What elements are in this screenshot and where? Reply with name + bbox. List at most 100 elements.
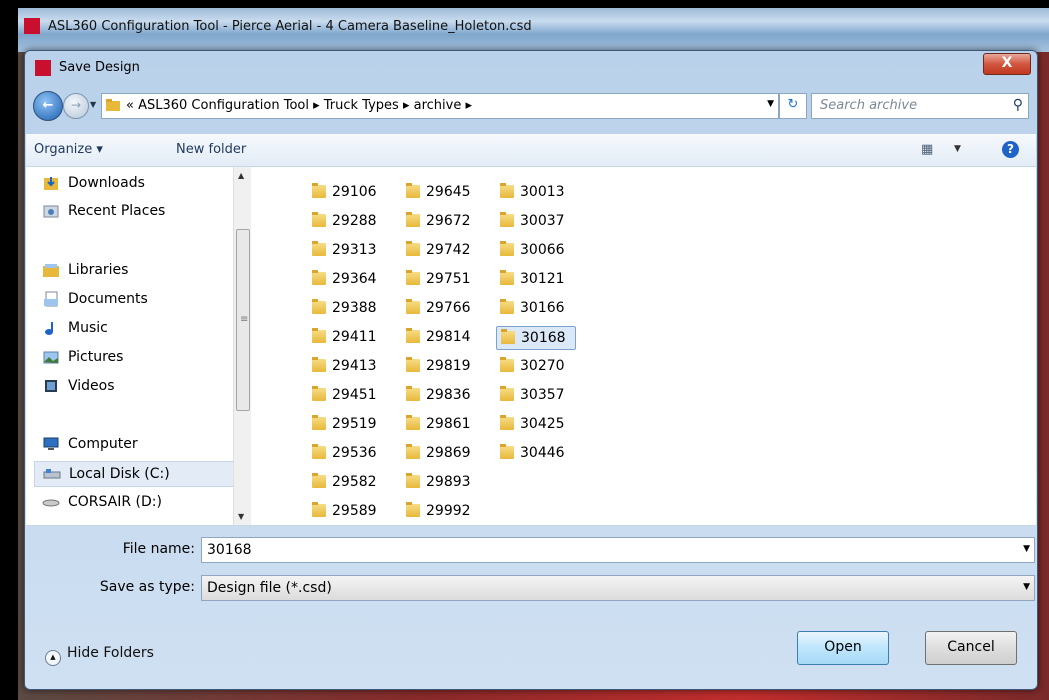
hide-folders-button[interactable]: ▲ Hide Folders bbox=[45, 645, 154, 666]
nav-item-corsair[interactable]: CORSAIR (D:) bbox=[34, 490, 232, 514]
folder-item[interactable]: 29451 bbox=[308, 384, 386, 406]
nav-item-computer[interactable]: Computer bbox=[34, 432, 232, 456]
open-button[interactable]: Open bbox=[797, 631, 889, 665]
folder-label: 29645 bbox=[426, 184, 471, 200]
folder-item[interactable]: 29814 bbox=[402, 326, 480, 348]
folder-item[interactable]: 29582 bbox=[308, 471, 386, 493]
folder-label: 29411 bbox=[332, 329, 377, 345]
folder-label: 30168 bbox=[521, 330, 566, 346]
folder-item[interactable]: 29861 bbox=[402, 413, 480, 435]
close-button[interactable]: X bbox=[983, 53, 1031, 75]
folder-item[interactable]: 29869 bbox=[402, 442, 480, 464]
dialog-titlebar: Save Design X bbox=[25, 51, 1037, 83]
folder-item[interactable]: 30425 bbox=[496, 413, 574, 435]
chevron-down-icon[interactable]: ▼ bbox=[954, 144, 961, 154]
folder-item[interactable]: 30166 bbox=[496, 297, 574, 319]
folder-item[interactable]: 29413 bbox=[308, 355, 386, 377]
nav-item-recent-places[interactable]: Recent Places bbox=[34, 199, 232, 223]
folder-label: 30121 bbox=[520, 271, 565, 287]
folder-item[interactable]: 30270 bbox=[496, 355, 574, 377]
scroll-thumb[interactable]: ≡ bbox=[236, 229, 250, 411]
nav-item-documents[interactable]: Documents bbox=[34, 287, 232, 311]
new-folder-button[interactable]: New folder bbox=[176, 142, 246, 157]
folder-item[interactable]: 30357 bbox=[496, 384, 574, 406]
refresh-icon[interactable]: ↻ bbox=[779, 93, 807, 119]
folder-item[interactable]: 29106 bbox=[308, 181, 386, 203]
folder-item[interactable]: 29766 bbox=[402, 297, 480, 319]
nav-item-downloads[interactable]: Downloads bbox=[34, 171, 232, 195]
search-input[interactable]: Search archive ⚲ bbox=[811, 93, 1029, 119]
folder-icon bbox=[406, 241, 420, 256]
folder-item[interactable]: 30037 bbox=[496, 210, 574, 232]
folder-icon bbox=[500, 241, 514, 256]
nav-scrollbar[interactable]: ▲ ≡ ▼ bbox=[233, 167, 251, 525]
folder-item[interactable]: 29536 bbox=[308, 442, 386, 464]
folder-label: 29836 bbox=[426, 387, 471, 403]
documents-icon bbox=[44, 291, 58, 307]
folder-item[interactable]: 30066 bbox=[496, 239, 574, 261]
search-icon[interactable]: ⚲ bbox=[1013, 97, 1023, 113]
folder-item[interactable]: 29288 bbox=[308, 210, 386, 232]
folder-item[interactable]: 29819 bbox=[402, 355, 480, 377]
nav-item-music[interactable]: Music bbox=[34, 316, 232, 340]
hide-folders-label: Hide Folders bbox=[67, 645, 154, 661]
folder-icon bbox=[500, 183, 514, 198]
chevron-down-icon[interactable]: ▼ bbox=[1023, 582, 1030, 592]
cancel-button[interactable]: Cancel bbox=[925, 631, 1017, 665]
folder-item[interactable]: 29313 bbox=[308, 239, 386, 261]
back-arrow-icon[interactable]: ← bbox=[33, 91, 63, 121]
folder-icon bbox=[406, 502, 420, 517]
views-icon[interactable]: ▦ bbox=[921, 142, 933, 157]
folder-list: 29106 29288 29313 29364 29388 29411 29413 29451… bbox=[256, 167, 1036, 525]
folder-item[interactable]: 30168 bbox=[496, 326, 576, 350]
folder-item[interactable]: 29411 bbox=[308, 326, 386, 348]
folder-label: 30357 bbox=[520, 387, 565, 403]
folder-item[interactable]: 29519 bbox=[308, 413, 386, 435]
folder-item[interactable]: 29672 bbox=[402, 210, 480, 232]
file-name-field[interactable]: 30168 ▼ bbox=[201, 537, 1035, 563]
folder-label: 29893 bbox=[426, 474, 471, 490]
folder-icon bbox=[312, 241, 326, 256]
folder-item[interactable]: 29645 bbox=[402, 181, 480, 203]
nav-item-libraries[interactable]: Libraries bbox=[34, 258, 232, 282]
chevron-down-icon[interactable]: ▼ bbox=[1023, 544, 1030, 554]
history-dropdown-icon[interactable]: ▼ bbox=[90, 100, 96, 109]
folder-item[interactable]: 30013 bbox=[496, 181, 574, 203]
forward-arrow-icon[interactable]: → bbox=[63, 93, 89, 119]
usb-drive-icon bbox=[42, 499, 60, 507]
nav-item-pictures[interactable]: Pictures bbox=[34, 345, 232, 369]
nav-item-videos[interactable]: Videos bbox=[34, 374, 232, 398]
save-as-type-value: Design file (*.csd) bbox=[207, 580, 332, 596]
folder-icon bbox=[500, 212, 514, 227]
folder-icon bbox=[312, 328, 326, 343]
organize-button[interactable]: Organize ▾ bbox=[34, 142, 103, 157]
folder-icon bbox=[406, 212, 420, 227]
folder-item[interactable]: 29388 bbox=[308, 297, 386, 319]
chevron-down-icon[interactable]: ▼ bbox=[767, 99, 774, 109]
folder-item[interactable]: 29364 bbox=[308, 268, 386, 290]
folder-item[interactable]: 29751 bbox=[402, 268, 480, 290]
folder-label: 29869 bbox=[426, 445, 471, 461]
folder-item[interactable]: 29589 bbox=[308, 500, 386, 522]
folder-item[interactable]: 29836 bbox=[402, 384, 480, 406]
folder-icon bbox=[312, 473, 326, 488]
folder-item[interactable]: 29742 bbox=[402, 239, 480, 261]
save-as-type-select[interactable]: Design file (*.csd) ▼ bbox=[201, 575, 1035, 601]
scroll-down-icon[interactable]: ▼ bbox=[238, 512, 244, 521]
dialog-logo-icon bbox=[35, 60, 51, 76]
navigation-pane: Downloads Recent Places Libraries Docume… bbox=[26, 167, 256, 525]
address-bar[interactable]: « ASL360 Configuration Tool ▸ Truck Type… bbox=[101, 93, 779, 119]
nav-item-local-disk[interactable]: Local Disk (C:) bbox=[34, 461, 234, 487]
folder-item[interactable]: 29893 bbox=[402, 471, 480, 493]
folder-icon bbox=[312, 415, 326, 430]
folder-label: 29364 bbox=[332, 271, 377, 287]
help-icon[interactable]: ? bbox=[1002, 141, 1019, 158]
folder-label: 29742 bbox=[426, 242, 471, 258]
folder-item[interactable]: 30121 bbox=[496, 268, 574, 290]
folder-item[interactable]: 30446 bbox=[496, 442, 574, 464]
folder-item[interactable]: 29992 bbox=[402, 500, 480, 522]
scroll-up-icon[interactable]: ▲ bbox=[238, 171, 244, 180]
file-name-label: File name: bbox=[122, 541, 195, 557]
local-disk-icon bbox=[43, 469, 61, 479]
grip-icon: ≡ bbox=[240, 314, 249, 325]
